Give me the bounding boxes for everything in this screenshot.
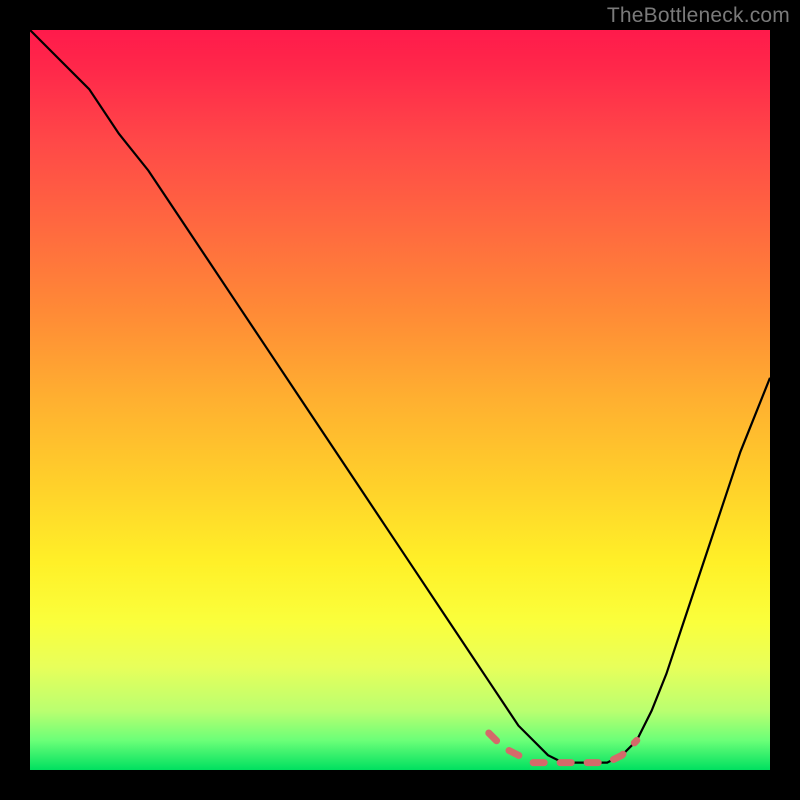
curve-layer [30, 30, 770, 770]
optimal-range-path [489, 733, 637, 763]
bottleneck-curve-path [30, 30, 770, 763]
plot-area [30, 30, 770, 770]
watermark-text: TheBottleneck.com [607, 4, 790, 28]
chart-frame: TheBottleneck.com [0, 0, 800, 800]
